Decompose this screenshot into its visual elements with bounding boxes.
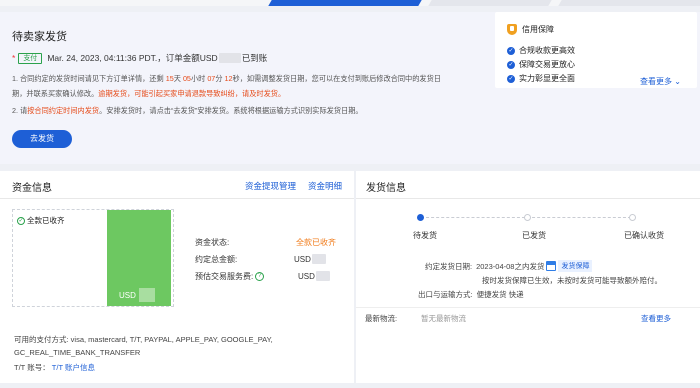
shield-icon <box>507 24 517 35</box>
ship-method-value: 便捷发货 快递 <box>476 290 524 299</box>
masked-amount <box>138 288 155 302</box>
overdue-warning-note: 期，并联系买家确认修改。逾期发货，可能引起买家申请退款导致纠纷，请及时发货。 <box>12 89 286 98</box>
total-amount-label: 约定总金额: <box>195 255 238 264</box>
credit-item: ✓ 实力彰显更全面 <box>507 74 575 83</box>
calendar-icon <box>546 261 557 271</box>
shipping-panel: 发货信息 待发货 已发货 已确认收货 约定发货日期: 2023-04-08之内发… <box>356 171 700 383</box>
logistics-more-link[interactable]: 查看更多 <box>641 313 671 324</box>
step-received: 已确认收货 <box>624 231 664 240</box>
ship-method-label: 出口与运输方式: <box>418 290 473 299</box>
credit-more-link[interactable]: 查看更多 ⌄ <box>640 76 681 87</box>
payment-time-text: Mar. 24, 2023, 04:11:36 PDT.，订单金额USD <box>47 53 218 63</box>
payment-methods-text: 可用的支付方式: visa, mastercard, T/T, PAYPAL, … <box>14 335 273 344</box>
credit-guarantee-title: 信用保障 <box>507 24 554 35</box>
withdraw-management-link[interactable]: 资金提现管理 <box>245 180 296 192</box>
credit-guarantee-card: 信用保障 ✓ 合规收款更高效 ✓ 保障交易更放心 ✓ 实力彰显更全面 查看更多 … <box>495 12 697 88</box>
strip-segment <box>428 0 552 6</box>
fund-status-value: 全款已收齐 <box>296 238 336 247</box>
overdue-warning-text: 逾期发货，可能引起买家申请退款导致纠纷，请及时发货。 <box>98 89 286 98</box>
check-icon: ✓ <box>507 60 515 69</box>
step-dot-active <box>417 214 424 221</box>
credit-item: ✓ 保障交易更放心 <box>507 60 575 69</box>
latest-logistics-value: 暂无最新物流 <box>421 314 466 323</box>
fund-progress-box: ✓ 全款已收齐 USD <box>12 209 174 307</box>
countdown-days: 15 <box>165 74 174 83</box>
payment-received-suffix: 已到账 <box>241 53 268 63</box>
full-received-label: ✓ 全款已收齐 <box>17 216 65 225</box>
received-amount-label: USD <box>119 288 155 302</box>
help-icon[interactable]: ? <box>255 272 265 281</box>
ship-date-label: 约定发货日期: <box>425 261 473 271</box>
step-pending-ship: 待发货 <box>413 231 437 240</box>
top-progress-strip <box>0 0 700 6</box>
page-title: 待卖家发货 <box>12 31 67 43</box>
funds-header: 资金信息 资金提现管理 资金明细 <box>0 171 354 199</box>
masked-amount <box>315 271 330 281</box>
latest-logistics-label: 最新物流: <box>365 314 398 323</box>
ship-on-time-text: 按合同约定时间内发货 <box>27 106 100 115</box>
payment-received-line: * 支付 Mar. 24, 2023, 04:11:36 PDT.，订单金额US… <box>12 52 267 64</box>
ship-guarantee-note: 按时发货保障已生效，未按时发货可能导致额外赔付。 <box>482 276 662 285</box>
total-amount-value: USD <box>294 254 327 264</box>
ship-instruction-note: 2. 请按合同约定时间内发货。安排发货时，请点击“去发货”安排发货。系统将根据运… <box>12 106 363 115</box>
strip-segment <box>558 0 700 6</box>
service-fee-label: 预估交易服务费: ? <box>195 271 265 282</box>
countdown-seconds: 12 <box>224 74 233 83</box>
ship-method-line: 出口与运输方式: 便捷发货 快递 <box>418 289 524 300</box>
funds-title: 资金信息 <box>12 183 52 194</box>
check-icon: ✓ <box>507 46 515 55</box>
step-dot <box>629 214 636 221</box>
tt-account-link[interactable]: T/T 账户信息 <box>52 363 95 372</box>
countdown-hours: 05 <box>182 74 191 83</box>
credit-item: ✓ 合规收款更高效 <box>507 46 575 55</box>
tt-account-line: T/T 账号： T/T 账户信息 <box>14 363 95 372</box>
ship-deadline-note: 1. 合同约定的发货时间请见下方订单详情，还剩 15天 05小时 07分 12秒… <box>12 74 441 83</box>
received-amount-bar: USD <box>107 210 171 306</box>
ship-now-button[interactable]: 去发货 <box>12 130 72 148</box>
step-shipped: 已发货 <box>522 231 546 240</box>
service-fee-value: USD <box>298 271 331 281</box>
masked-amount <box>311 254 326 264</box>
payment-methods-text-cont: GC_REAL_TIME_BANK_TRANSFER <box>14 348 141 357</box>
step-dot <box>524 214 531 221</box>
check-icon: ✓ <box>507 74 515 83</box>
divider <box>356 307 700 308</box>
check-circle-icon: ✓ <box>17 216 25 225</box>
funds-panel: 资金信息 资金提现管理 资金明细 ✓ 全款已收齐 USD 资金状态: 全款已收齐… <box>0 171 354 383</box>
shipping-title: 发货信息 <box>366 183 406 194</box>
fund-status-label: 资金状态: <box>195 238 230 247</box>
payment-badge: 支付 <box>18 52 43 64</box>
masked-amount <box>218 53 241 63</box>
shipping-header: 发货信息 <box>356 171 700 199</box>
ship-date-line: 约定发货日期: 2023-04-08之内发货 发货保障 <box>425 260 593 272</box>
ship-guarantee-tag: 发货保障 <box>558 260 593 272</box>
fund-details-link[interactable]: 资金明细 <box>308 180 342 192</box>
ship-date-value: 2023-04-08之内发货 <box>476 261 545 271</box>
strip-active-segment <box>268 0 422 6</box>
required-star: * <box>12 53 16 63</box>
